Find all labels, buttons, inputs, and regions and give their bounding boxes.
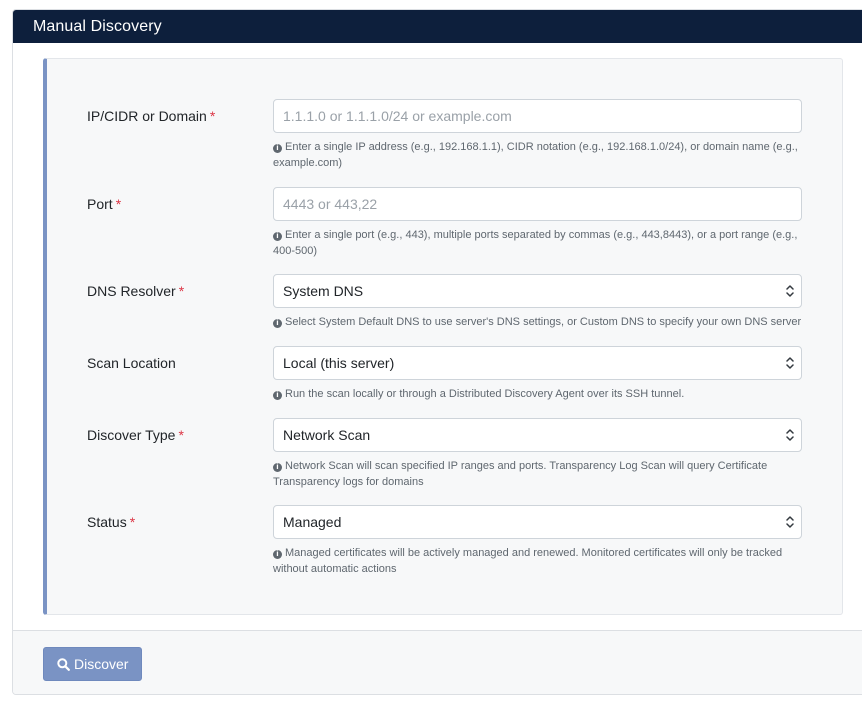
ip-cidr-domain-input[interactable] — [273, 99, 802, 133]
chevron-up-down-icon — [786, 429, 794, 441]
discover-button-label: Discover — [74, 656, 129, 672]
port-input[interactable] — [273, 187, 802, 221]
port-label: Port * — [87, 196, 122, 212]
ip-help-text: i Enter a single IP address (e.g., 192.16… — [273, 141, 798, 169]
required-marker: * — [129, 514, 136, 530]
required-marker: * — [178, 283, 185, 299]
discovery-form-panel: IP/CIDR or Domain* iEnter a single IP ad… — [43, 58, 843, 615]
info-icon: i — [273, 232, 282, 241]
chevron-up-down-icon — [786, 357, 794, 369]
scan-location-select[interactable]: Local (this server) — [273, 346, 802, 380]
discover-type-help-text: i Network Scan will scan specified IP ran… — [273, 460, 768, 488]
manual-discovery-card: Manual Discovery IP/CIDR or Domain* iEnt… — [12, 9, 862, 695]
dns-resolver-value: System DNS — [283, 283, 364, 299]
scan-location-value: Local (this server) — [283, 355, 395, 371]
card-header-title: Manual Discovery — [13, 10, 862, 43]
info-icon: i — [273, 144, 282, 153]
status-help-text: i Managed certificates will be actively m… — [273, 547, 783, 575]
status-label: Status * — [87, 514, 136, 530]
search-icon — [57, 658, 70, 671]
discover-type-label: Discover Type * — [87, 427, 184, 443]
discover-button[interactable]: Discover — [43, 647, 142, 681]
dns-label: DNS Resolver * — [87, 283, 185, 299]
ip-label: IP/CIDR or Domain * — [87, 108, 216, 124]
port-help-text: i Enter a single port (e.g., 443), multip… — [273, 229, 798, 257]
status-select[interactable]: Managed — [273, 505, 802, 539]
discover-type-select[interactable]: Network Scan — [273, 418, 802, 452]
required-marker: * — [115, 196, 122, 212]
required-marker: * — [209, 108, 216, 124]
status-value: Managed — [283, 514, 342, 530]
required-marker: * — [178, 427, 184, 443]
dns-resolver-select[interactable]: System DNS — [273, 274, 802, 308]
dns-help-text: i Select System Default DNS to use server… — [273, 314, 808, 330]
scan-location-help-text: i Run the scan locally or through a Distr… — [273, 386, 808, 402]
info-icon: i — [273, 391, 282, 400]
discover-type-value: Network Scan — [283, 427, 371, 443]
card-footer: Discover — [13, 630, 862, 694]
scan-location-label: Scan Location — [87, 355, 176, 371]
chevron-up-down-icon — [786, 285, 794, 297]
info-icon: i — [273, 319, 282, 328]
info-icon: i — [273, 550, 282, 559]
info-icon: i — [273, 463, 282, 472]
chevron-up-down-icon — [786, 516, 794, 528]
